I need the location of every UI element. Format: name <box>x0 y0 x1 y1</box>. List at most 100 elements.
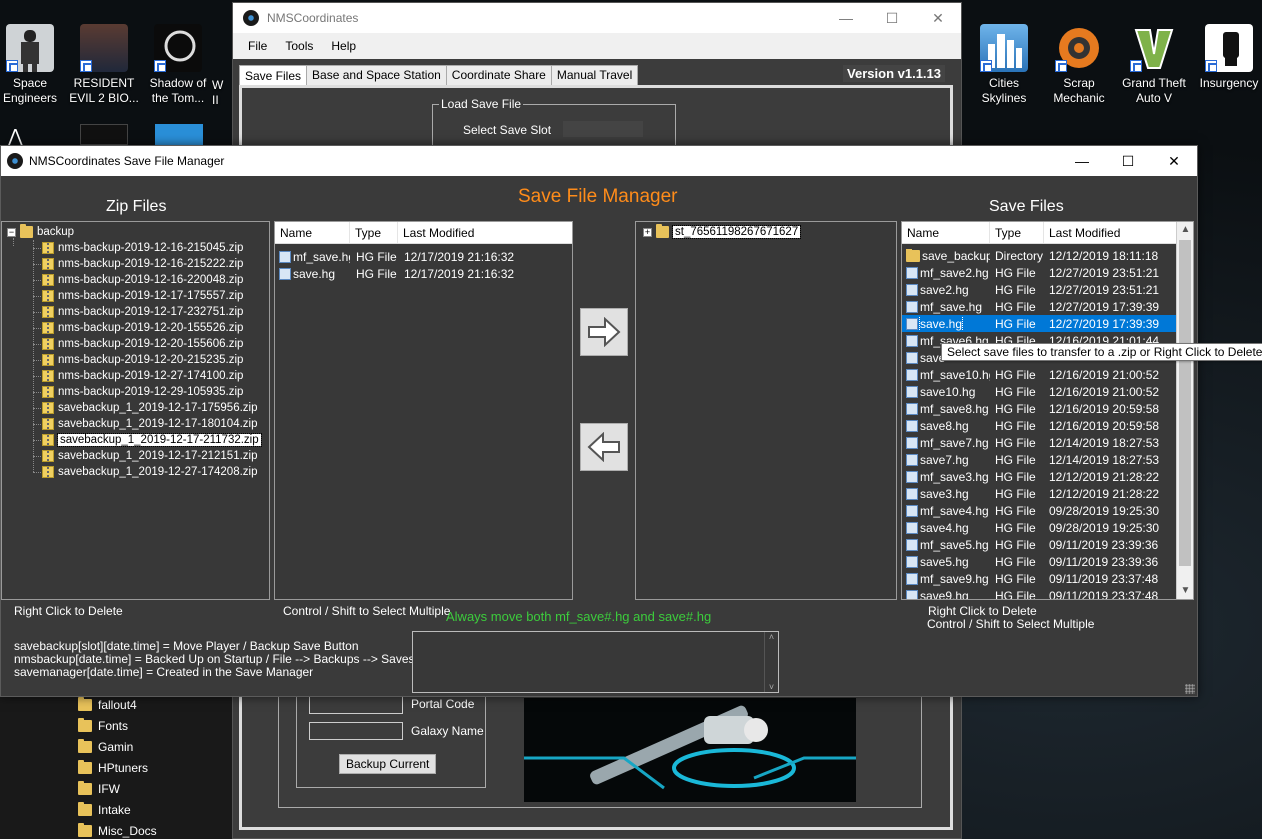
save-slot-select[interactable] <box>563 121 643 137</box>
maximize-button[interactable]: ☐ <box>1105 146 1151 176</box>
save-file-row[interactable]: save_backup Directory 12/12/2019 18:11:18 <box>902 247 1177 264</box>
save-file-row[interactable]: save8.hg HG File 12/16/2019 20:59:58 <box>902 417 1177 434</box>
column-type[interactable]: Type <box>990 222 1044 243</box>
backup-current-button[interactable]: Backup Current <box>339 754 437 774</box>
resize-grip[interactable] <box>1185 684 1195 694</box>
save-file-row[interactable]: mf_save.hg HG File 12/27/2019 17:39:39 <box>902 298 1177 315</box>
portal-code-input[interactable] <box>309 696 403 714</box>
zip-contents-list[interactable]: Name Type Last Modified mf_save.hg HG Fil… <box>274 221 573 600</box>
zip-file-item[interactable]: nms-backup-2019-12-27-174100.zip <box>33 368 243 384</box>
zip-file-item[interactable]: nms-backup-2019-12-20-155606.zip <box>33 336 243 352</box>
zip-file-item[interactable]: savebackup_1_2019-12-27-174208.zip <box>33 464 258 480</box>
save-file-row[interactable]: mf_save10.hg HG File 12/16/2019 21:00:52 <box>902 366 1177 383</box>
zip-file-item[interactable]: nms-backup-2019-12-16-220048.zip <box>33 272 243 288</box>
scroll-up-icon[interactable]: ▲ <box>1177 222 1193 238</box>
cell-type: HG File <box>990 487 1044 501</box>
maximize-button[interactable]: ☐ <box>869 3 915 33</box>
save-file-row[interactable]: mf_save3.hg HG File 12/12/2019 21:28:22 <box>902 468 1177 485</box>
cell-text: 12/14/2019 18:27:53 <box>1049 452 1160 467</box>
zip-file-item[interactable]: savebackup_1_2019-12-17-211732.zip <box>33 432 262 448</box>
save-file-row[interactable]: mf_save4.hg HG File 09/28/2019 19:25:30 <box>902 502 1177 519</box>
textbox-scrollbar[interactable]: ˄ ˅ <box>764 632 778 692</box>
tab-coordinate-share[interactable]: Coordinate Share <box>445 65 552 86</box>
zip-file-item[interactable]: nms-backup-2019-12-20-155526.zip <box>33 320 243 336</box>
tab-base-space-station[interactable]: Base and Space Station <box>306 65 447 86</box>
zip-file-item[interactable]: nms-backup-2019-12-20-215235.zip <box>33 352 243 368</box>
explorer-folder[interactable]: Intake <box>78 801 131 819</box>
zip-file-item[interactable]: nms-backup-2019-12-16-215222.zip <box>33 256 243 272</box>
zip-file-item[interactable]: nms-backup-2019-12-17-232751.zip <box>33 304 243 320</box>
minimize-button[interactable]: — <box>823 3 869 33</box>
cell-text: HG File <box>995 554 1036 569</box>
explorer-folder[interactable]: fallout4 <box>78 696 137 714</box>
tree-root[interactable]: − backup <box>7 224 74 240</box>
tree-root[interactable]: + st_76561198267671627 <box>643 224 802 240</box>
save-file-row[interactable]: mf_save9.hg HG File 09/11/2019 23:37:48 <box>902 570 1177 587</box>
zip-file-item[interactable]: nms-backup-2019-12-29-105935.zip <box>33 384 243 400</box>
close-button[interactable]: ✕ <box>1151 146 1197 176</box>
galaxy-name-input[interactable] <box>309 722 403 740</box>
move-to-zip-button[interactable] <box>580 423 628 471</box>
desktop-shortcut-gta-v[interactable]: Grand Theft Auto V <box>1116 24 1192 106</box>
tab-save-files[interactable]: Save Files <box>239 65 308 86</box>
cell-type: HG File <box>990 521 1044 535</box>
menu-file[interactable]: File <box>239 39 276 53</box>
save-file-row[interactable]: mf_save7.hg HG File 12/14/2019 18:27:53 <box>902 434 1177 451</box>
column-type[interactable]: Type <box>350 222 398 243</box>
save-file-row[interactable]: save4.hg HG File 09/28/2019 19:25:30 <box>902 519 1177 536</box>
save-file-row[interactable]: mf_save8.hg HG File 12/16/2019 20:59:58 <box>902 400 1177 417</box>
column-name[interactable]: Name <box>275 222 350 243</box>
save-file-row[interactable]: save9.hg HG File 09/11/2019 23:37:48 <box>902 587 1177 599</box>
desktop-shortcut-cities-skylines[interactable]: Cities Skylines <box>966 24 1042 106</box>
explorer-folder[interactable]: Gamin <box>78 738 133 756</box>
explorer-folder[interactable]: HPtuners <box>78 759 148 777</box>
collapse-icon[interactable]: − <box>7 227 16 237</box>
zip-file-item[interactable]: nms-backup-2019-12-17-175557.zip <box>33 288 243 304</box>
close-button[interactable]: ✕ <box>915 3 961 33</box>
save-file-row[interactable]: save10.hg HG File 12/16/2019 21:00:52 <box>902 383 1177 400</box>
desktop-shortcut-insurgency[interactable]: Insurgency <box>1191 24 1262 91</box>
scroll-down-icon[interactable]: ▼ <box>1177 583 1193 599</box>
save-file-row[interactable]: save7.hg HG File 12/14/2019 18:27:53 <box>902 451 1177 468</box>
menu-tools[interactable]: Tools <box>276 39 322 53</box>
save-files-list[interactable]: Name Type Last Modified save_backup Direc… <box>901 221 1194 600</box>
desktop-shortcut-scrap-mechanic[interactable]: Scrap Mechanic <box>1041 24 1117 106</box>
column-modified[interactable]: Last Modified <box>1044 222 1177 243</box>
desktop-shortcut-partial[interactable]: W II <box>212 78 232 108</box>
desktop-shortcut-resident-evil[interactable]: RESIDENT EVIL 2 BIO... <box>66 24 142 106</box>
explorer-folder[interactable]: IFW <box>78 780 120 798</box>
zip-file-item[interactable]: savebackup_1_2019-12-17-180104.zip <box>33 416 258 432</box>
steam-folder-label: st_76561198267671627 <box>671 225 802 239</box>
save-file-row[interactable]: save3.hg HG File 12/12/2019 21:28:22 <box>902 485 1177 502</box>
minimize-button[interactable]: — <box>1059 146 1105 176</box>
save-file-row[interactable]: mf_save2.hg HG File 12/27/2019 23:51:21 <box>902 264 1177 281</box>
steam-folder-tree[interactable]: + st_76561198267671627 <box>635 221 897 600</box>
zip-content-row[interactable]: save.hg HG File 12/17/2019 21:16:32 <box>275 265 572 282</box>
save-file-row[interactable]: save5.hg HG File 09/11/2019 23:39:36 <box>902 553 1177 570</box>
expand-icon[interactable]: + <box>643 227 652 237</box>
zip-tree[interactable]: − backup nms-backup-2019-12-16-215045.zi… <box>1 221 270 600</box>
scroll-down-icon[interactable]: ˅ <box>769 682 774 692</box>
main-titlebar[interactable]: NMSCoordinates — ☐ ✕ <box>233 3 961 33</box>
log-textbox[interactable]: ˄ ˅ <box>412 631 779 693</box>
save-file-row[interactable]: save2.hg HG File 12/27/2019 23:51:21 <box>902 281 1177 298</box>
explorer-folder[interactable]: Fonts <box>78 717 128 735</box>
scroll-up-icon[interactable]: ˄ <box>769 632 774 642</box>
column-modified[interactable]: Last Modified <box>398 222 572 243</box>
scroll-thumb[interactable] <box>1179 240 1191 566</box>
manager-titlebar[interactable]: NMSCoordinates Save File Manager — ☐ ✕ <box>1 146 1197 176</box>
save-file-row[interactable]: save.hg HG File 12/27/2019 17:39:39 <box>902 315 1177 332</box>
menu-help[interactable]: Help <box>322 39 365 53</box>
zip-file-item[interactable]: savebackup_1_2019-12-17-175956.zip <box>33 400 258 416</box>
zip-content-row[interactable]: mf_save.hg HG File 12/17/2019 21:16:32 <box>275 248 572 265</box>
desktop-shortcut-shadow-tomb-raider[interactable]: Shadow of the Tom... <box>140 24 216 106</box>
desktop-shortcut-space-engineers[interactable]: Space Engineers <box>0 24 68 106</box>
save-file-row[interactable]: mf_save5.hg HG File 09/11/2019 23:39:36 <box>902 536 1177 553</box>
move-to-saves-button[interactable] <box>580 308 628 356</box>
tab-manual-travel[interactable]: Manual Travel <box>550 65 639 86</box>
zip-file-item[interactable]: nms-backup-2019-12-16-215045.zip <box>33 240 243 256</box>
explorer-folder[interactable]: Misc_Docs <box>78 822 157 839</box>
zip-file-item[interactable]: savebackup_1_2019-12-17-212151.zip <box>33 448 258 464</box>
vertical-scrollbar[interactable]: ▲ ▼ <box>1176 222 1193 599</box>
column-name[interactable]: Name <box>902 222 990 243</box>
